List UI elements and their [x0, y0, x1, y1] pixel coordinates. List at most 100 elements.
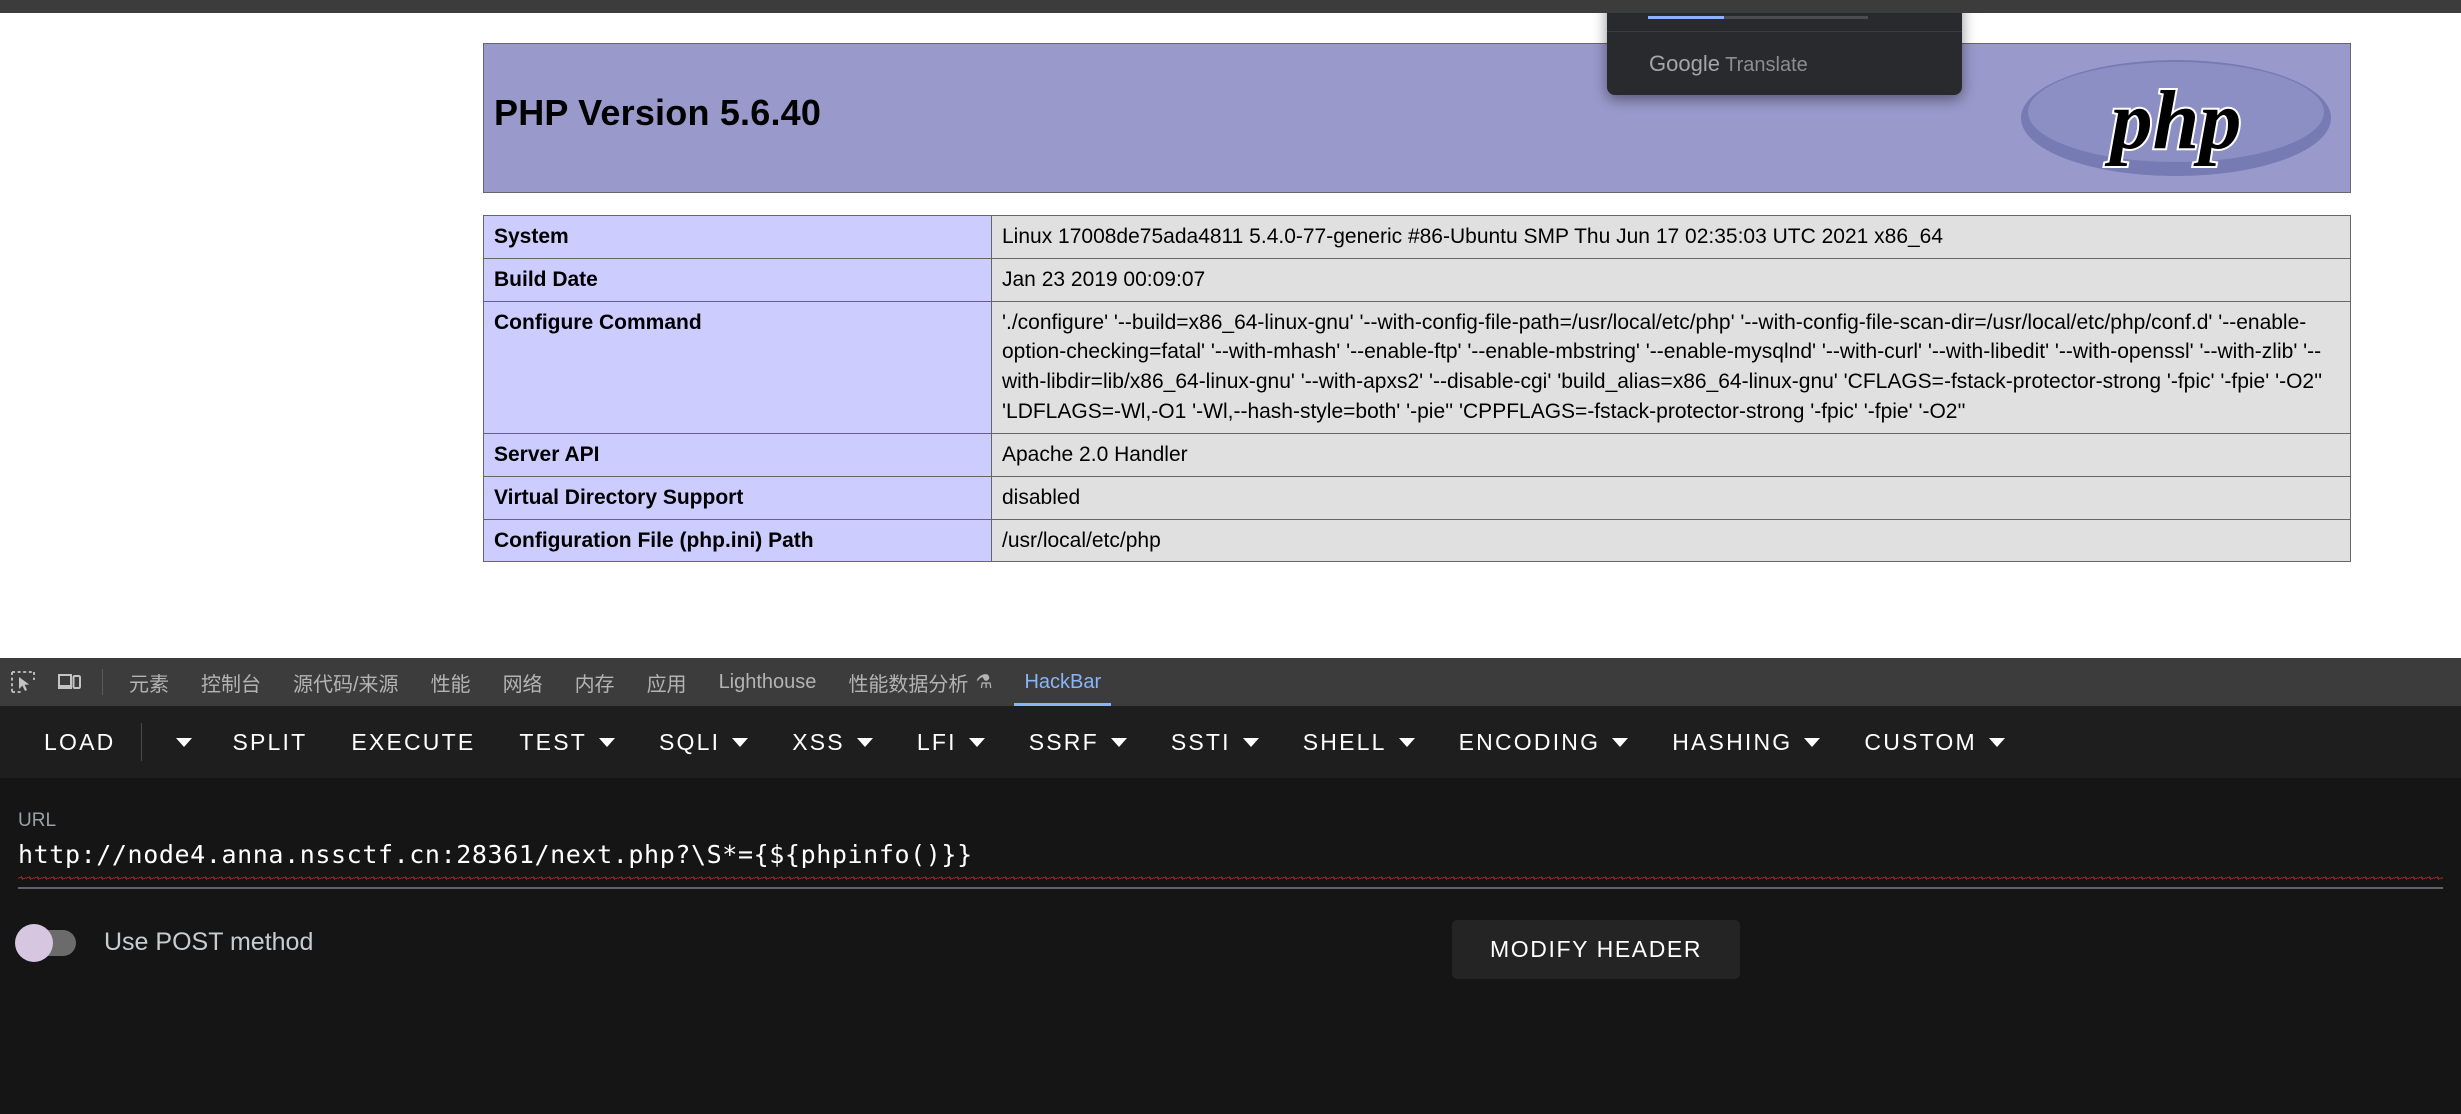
tab-elements[interactable]: 元素 — [113, 658, 185, 706]
tab-hackbar[interactable]: HackBar — [1008, 658, 1117, 706]
ssti-menu[interactable]: SSTI — [1149, 729, 1281, 756]
tab-network[interactable]: 网络 — [487, 658, 559, 706]
hashing-menu[interactable]: HASHING — [1650, 729, 1842, 756]
url-input-underline — [18, 887, 2443, 889]
encoding-menu[interactable]: ENCODING — [1437, 729, 1651, 756]
table-cell-value: './configure' '--build=x86_64-linux-gnu'… — [992, 301, 2351, 433]
button-label: LFI — [917, 729, 957, 756]
button-label: SPLIT — [232, 729, 307, 756]
tab-label: 源代码/来源 — [293, 668, 399, 697]
chevron-down-icon — [1399, 738, 1415, 747]
chevron-down-icon — [1612, 738, 1628, 747]
toolbar-divider — [102, 669, 103, 695]
table-cell-key: Build Date — [484, 258, 992, 301]
table-cell-key: Configuration File (php.ini) Path — [484, 519, 992, 562]
tab-label: 元素 — [129, 668, 169, 697]
button-label: CUSTOM — [1864, 729, 1976, 756]
translate-progress-fill — [1648, 16, 1724, 19]
translate-brand-rest: Translate — [1720, 54, 1808, 76]
xss-menu[interactable]: XSS — [770, 729, 895, 756]
popup-divider — [1607, 31, 1962, 32]
table-cell-key: Configure Command — [484, 301, 992, 433]
load-dropdown-button[interactable] — [146, 738, 210, 747]
url-input-value[interactable]: http://node4.anna.nssctf.cn:28361/next.p… — [18, 840, 2443, 876]
use-post-method-label: Use POST method — [104, 928, 313, 957]
tab-console[interactable]: 控制台 — [185, 658, 277, 706]
tab-label: Lighthouse — [719, 671, 817, 694]
shell-menu[interactable]: SHELL — [1281, 729, 1437, 756]
table-row: System Linux 17008de75ada4811 5.4.0-77-g… — [484, 216, 2351, 259]
tab-label: HackBar — [1024, 671, 1101, 694]
button-label: LOAD — [44, 729, 115, 756]
page-viewport: PHP Version 5.6.40 php System Linux 1700… — [0, 13, 2461, 658]
inspect-element-icon[interactable] — [0, 658, 46, 706]
translate-progress-bar — [1648, 16, 1868, 19]
php-logo-icon: php — [2016, 56, 2336, 180]
chevron-down-icon — [1989, 738, 2005, 747]
split-button[interactable]: SPLIT — [210, 729, 329, 756]
button-label: SSRF — [1029, 729, 1099, 756]
table-cell-key: Server API — [484, 433, 992, 476]
tab-lighthouse[interactable]: Lighthouse — [703, 658, 833, 706]
table-cell-value: Apache 2.0 Handler — [992, 433, 2351, 476]
tab-label: 网络 — [503, 668, 543, 697]
translate-brand-label: Google Translate — [1649, 51, 1808, 77]
translate-brand-strong: Google — [1649, 51, 1720, 76]
table-cell-value: Linux 17008de75ada4811 5.4.0-77-generic … — [992, 216, 2351, 259]
use-post-method-row: Use POST method — [18, 928, 313, 957]
devtools-tabbar: 元素 控制台 源代码/来源 性能 网络 内存 应用 Lighthouse 性能数… — [0, 658, 2461, 706]
tab-sources[interactable]: 源代码/来源 — [277, 658, 415, 706]
button-label: XSS — [792, 729, 845, 756]
tab-label: 应用 — [647, 668, 687, 697]
google-translate-popup[interactable]: Google Translate — [1607, 13, 1962, 95]
chevron-down-icon — [1243, 738, 1259, 747]
phpinfo-container: PHP Version 5.6.40 php System Linux 1700… — [483, 43, 2351, 562]
test-menu[interactable]: TEST — [497, 729, 637, 756]
tab-application[interactable]: 应用 — [631, 658, 703, 706]
load-button[interactable]: LOAD — [22, 729, 137, 756]
chevron-down-icon — [599, 738, 615, 747]
tab-performance[interactable]: 性能 — [415, 658, 487, 706]
button-label: SQLI — [659, 729, 720, 756]
url-field-label: URL — [18, 810, 56, 832]
tab-label: 性能 — [431, 668, 471, 697]
use-post-method-toggle[interactable] — [18, 930, 76, 956]
tab-performance-insights[interactable]: 性能数据分析 ⚗ — [832, 658, 1008, 706]
chevron-down-icon — [732, 738, 748, 747]
devtools-panel: 元素 控制台 源代码/来源 性能 网络 内存 应用 Lighthouse 性能数… — [0, 658, 2461, 1114]
url-input[interactable]: http://node4.anna.nssctf.cn:28361/next.p… — [18, 840, 2443, 876]
chevron-down-icon — [969, 738, 985, 747]
chevron-down-icon — [857, 738, 873, 747]
ssrf-menu[interactable]: SSRF — [1007, 729, 1149, 756]
custom-menu[interactable]: CUSTOM — [1842, 729, 2026, 756]
screen-root: PHP Version 5.6.40 php System Linux 1700… — [0, 0, 2461, 1114]
sqli-menu[interactable]: SQLI — [637, 729, 770, 756]
tab-label: 控制台 — [201, 668, 261, 697]
hackbar-toolbar: LOAD SPLIT EXECUTE TEST SQLI XSS LFI SSR… — [0, 706, 2461, 778]
button-label: ENCODING — [1459, 729, 1601, 756]
lfi-menu[interactable]: LFI — [895, 729, 1007, 756]
table-cell-value: /usr/local/etc/php — [992, 519, 2351, 562]
tab-memory[interactable]: 内存 — [559, 658, 631, 706]
table-row: Configure Command './configure' '--build… — [484, 301, 2351, 433]
chevron-down-icon — [1804, 738, 1820, 747]
table-cell-value: Jan 23 2019 00:09:07 — [992, 258, 2351, 301]
modify-header-button[interactable]: MODIFY HEADER — [1452, 920, 1740, 979]
table-cell-key: System — [484, 216, 992, 259]
button-label: EXECUTE — [351, 729, 475, 756]
phpinfo-table: System Linux 17008de75ada4811 5.4.0-77-g… — [483, 215, 2351, 562]
execute-button[interactable]: EXECUTE — [329, 729, 497, 756]
flask-icon: ⚗ — [975, 671, 992, 694]
tab-label: 内存 — [575, 668, 615, 697]
toggle-knob — [15, 924, 53, 962]
table-row: Build Date Jan 23 2019 00:09:07 — [484, 258, 2351, 301]
table-cell-key: Virtual Directory Support — [484, 476, 992, 519]
hackbar-body: URL http://node4.anna.nssctf.cn:28361/ne… — [0, 778, 2461, 1114]
browser-chrome-strip — [0, 0, 2461, 13]
chevron-down-icon — [1111, 738, 1127, 747]
tab-label: 性能数据分析 — [848, 668, 968, 697]
table-row: Configuration File (php.ini) Path /usr/l… — [484, 519, 2351, 562]
svg-text:php: php — [2105, 74, 2242, 167]
toolbar-divider — [141, 723, 142, 761]
device-toolbar-icon[interactable] — [46, 658, 92, 706]
